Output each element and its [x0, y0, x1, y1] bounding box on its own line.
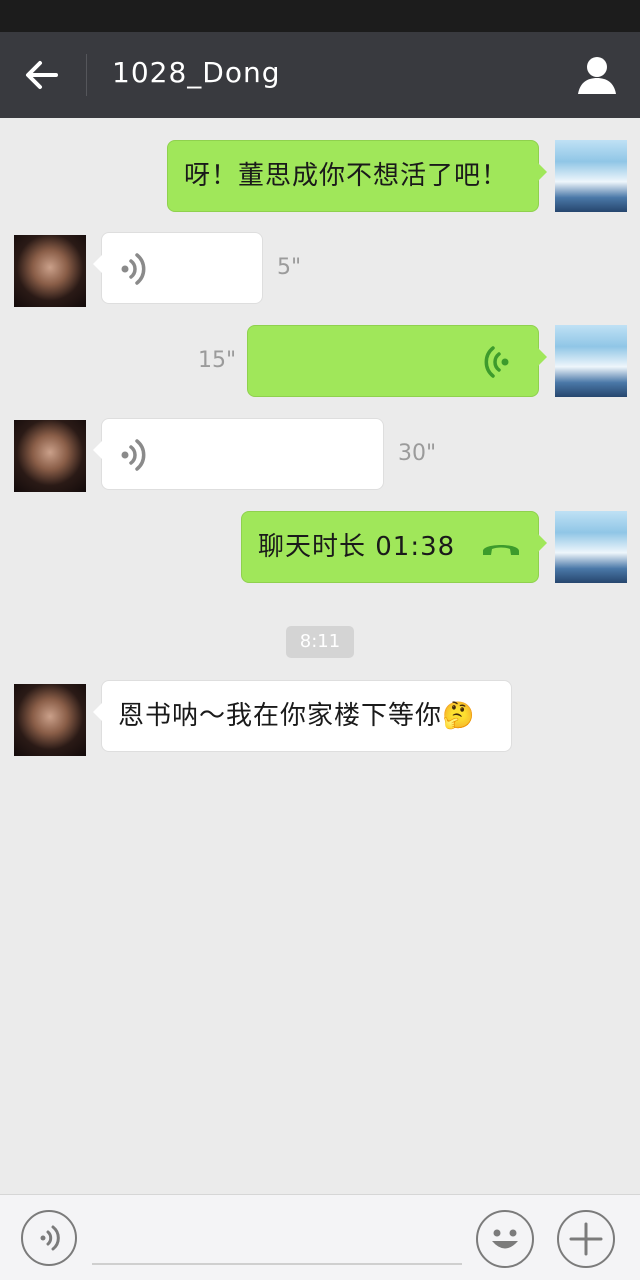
- voice-wave-icon: [484, 346, 509, 378]
- my-avatar[interactable]: [555, 511, 627, 583]
- emoji-button[interactable]: [476, 1210, 534, 1268]
- voice-input-button[interactable]: [21, 1210, 77, 1266]
- message-input[interactable]: [92, 1263, 462, 1265]
- received-voice-bubble[interactable]: [93, 232, 263, 304]
- plus-icon: [569, 1222, 603, 1256]
- friend-avatar[interactable]: [14, 235, 86, 307]
- status-bar: [0, 0, 640, 32]
- received-text-bubble[interactable]: 恩书呐～我在你家楼下等你🤔: [93, 680, 512, 752]
- back-button[interactable]: [18, 53, 66, 97]
- timestamp-chip: 8:11: [286, 626, 354, 658]
- call-duration-text: 聊天时长 01:38: [258, 532, 456, 562]
- message-list[interactable]: 呀！董思成你不想活了吧！ 5" 15" 30" 聊天时长 01:38 8:11 …: [0, 118, 640, 1194]
- voice-duration: 5": [277, 255, 302, 280]
- voice-duration: 30": [398, 441, 437, 466]
- chat-title: 1028_Dong: [112, 56, 281, 89]
- chat-header: 1028_Dong: [0, 32, 640, 118]
- friend-avatar[interactable]: [14, 684, 86, 756]
- call-record-bubble[interactable]: 聊天时长 01:38: [241, 511, 547, 583]
- my-avatar[interactable]: [555, 140, 627, 212]
- sent-text-bubble[interactable]: 呀！董思成你不想活了吧！: [167, 140, 547, 212]
- friend-avatar[interactable]: [14, 420, 86, 492]
- voice-wave-icon: [121, 253, 146, 285]
- voice-input-icon: [40, 1225, 60, 1251]
- emoji-icon: [492, 1229, 518, 1249]
- back-arrow-icon: [26, 61, 58, 89]
- input-bar: [0, 1194, 640, 1280]
- profile-button[interactable]: [574, 52, 620, 98]
- message-text: 呀！董思成你不想活了吧！: [184, 161, 509, 191]
- more-button[interactable]: [557, 1210, 615, 1268]
- received-voice-bubble[interactable]: [93, 418, 384, 490]
- my-avatar[interactable]: [555, 325, 627, 397]
- message-text: 恩书呐～我在你家楼下等你🤔: [118, 701, 476, 731]
- voice-duration: 15": [198, 348, 237, 373]
- header-divider: [86, 54, 87, 96]
- sent-voice-bubble[interactable]: [247, 325, 547, 397]
- profile-icon: [578, 57, 616, 94]
- phone-hangup-icon: [483, 545, 519, 555]
- voice-wave-icon: [121, 439, 146, 471]
